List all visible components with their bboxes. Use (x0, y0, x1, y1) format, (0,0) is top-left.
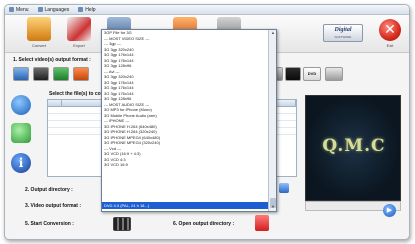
play-icon: ▶ (386, 207, 393, 214)
export-icon (67, 17, 91, 41)
start-conversion-label: 5. Start Conversion : (25, 221, 74, 227)
menu-icon (9, 7, 14, 12)
format-dvd-icon[interactable]: DVD (303, 67, 321, 81)
menu-item-menu[interactable]: Menu (9, 7, 29, 13)
dropdown-selected-option[interactable]: DVD 4:3 (PAL, 24 h 18...) (102, 202, 268, 209)
refresh-icon[interactable] (11, 95, 31, 115)
video-format-label: 3. Video output format : (25, 203, 82, 209)
col-check[interactable] (48, 100, 62, 107)
preview-logo-text: Q.M.C (322, 136, 386, 156)
help-icon (78, 7, 84, 12)
format-film-icon[interactable] (33, 67, 49, 81)
format-device-icon[interactable] (285, 67, 301, 81)
start-conversion-button[interactable] (113, 217, 131, 231)
menu-item-help[interactable]: Help (78, 7, 96, 13)
format-audio-icon[interactable] (73, 67, 89, 81)
open-output-label: 6. Open output directory : (173, 221, 235, 227)
languages-icon (37, 7, 43, 12)
menu-bar: Menu Languages Help (5, 5, 409, 15)
dropdown-scrollbar[interactable]: ▲ ▼ (268, 30, 276, 211)
output-format-dropdown[interactable]: 3GP File for 3G --- MOST VIDEO SIZE --- … (101, 29, 277, 212)
format-mobile-icon[interactable] (53, 67, 69, 81)
exit-label: Exit (386, 43, 394, 48)
format-video-icon[interactable] (13, 67, 29, 81)
brand-logo: Digital SOFTWARE (323, 24, 363, 42)
browse-folder-icon[interactable] (279, 183, 289, 193)
dropdown-options-list: 3GP File for 3G --- MOST VIDEO SIZE --- … (102, 30, 268, 168)
exit-button[interactable]: ✕ (379, 19, 401, 41)
scroll-down-icon[interactable]: ▼ (270, 204, 276, 210)
dropdown-option[interactable]: 3G VCD 16:9 (102, 162, 268, 168)
close-icon: ✕ (384, 22, 396, 38)
output-directory-label: 2. Output directory : (25, 187, 73, 193)
step-select-format-label: 1. Select video(s) output format : (13, 57, 91, 63)
open-output-folder-button[interactable] (255, 215, 269, 231)
info-icon[interactable]: i (11, 153, 31, 173)
convert-icon (27, 17, 51, 41)
app-window: Menu Languages Help Convert Export Video… (4, 4, 410, 240)
play-button[interactable]: ▶ (383, 204, 396, 217)
scroll-up-icon[interactable]: ▲ (270, 30, 276, 36)
add-file-icon[interactable] (11, 123, 31, 143)
menu-item-languages[interactable]: Languages (37, 7, 69, 13)
toolbar-export-button[interactable]: Export (59, 17, 99, 51)
toolbar-convert-button[interactable]: Convert (19, 17, 59, 51)
format-disc-icon[interactable] (325, 67, 343, 81)
video-preview: Q.M.C (305, 95, 401, 201)
